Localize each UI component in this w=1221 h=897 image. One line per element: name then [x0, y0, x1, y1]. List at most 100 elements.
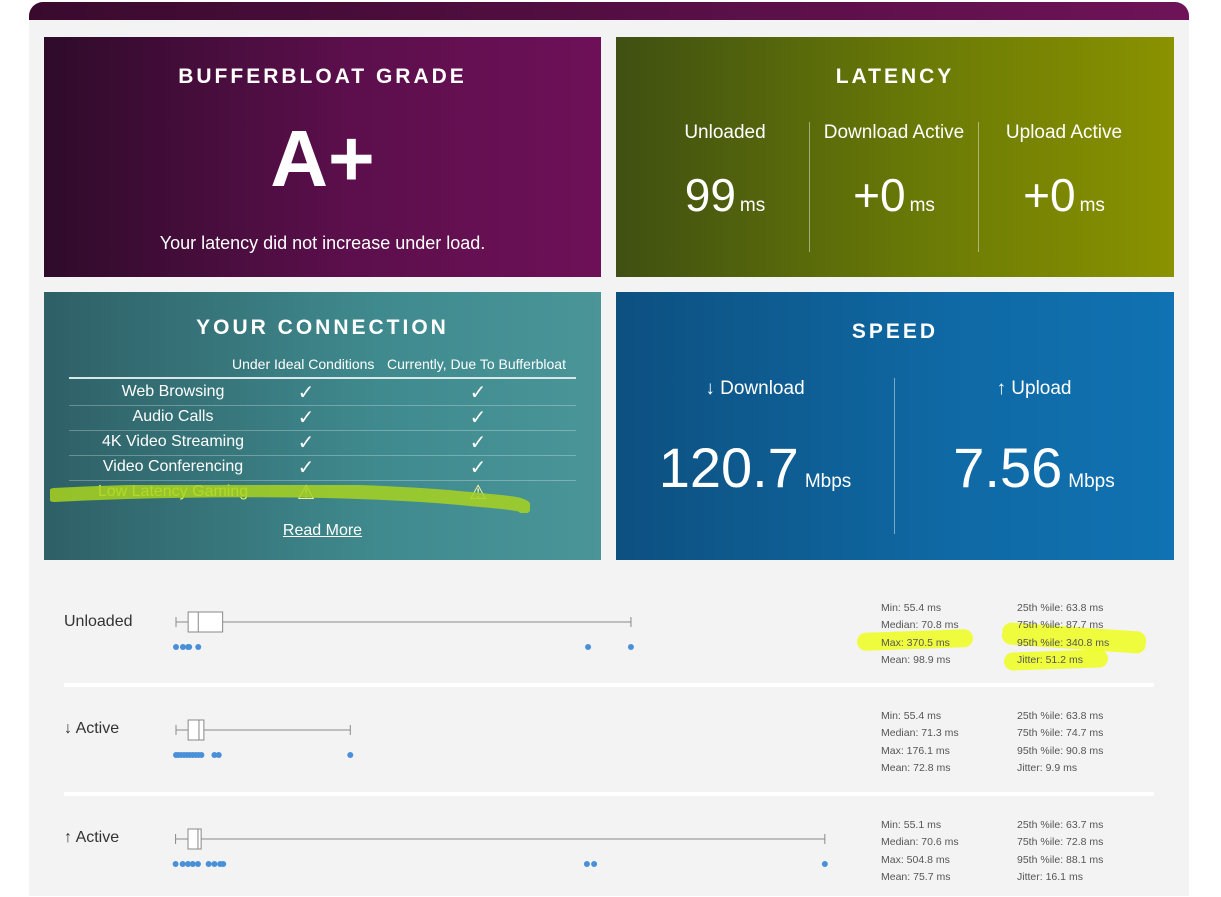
ideal-conditions-header: Under Ideal Conditions [232, 356, 375, 372]
stat-min: Min: 55.4 ms [881, 602, 942, 614]
sample-dot [179, 644, 186, 650]
connection-card: YOUR CONNECTION Under Ideal Conditions C… [44, 292, 601, 560]
stat-min: Min: 55.4 ms [881, 710, 942, 722]
sample-dot [172, 861, 179, 867]
activity-label: 4K Video Streaming [101, 433, 244, 450]
stat-min: Min: 55.1 ms [881, 819, 942, 831]
latency-download-active: Download Active +0 ms [809, 122, 979, 218]
row-divider [64, 792, 1154, 796]
stat-median: Median: 71.3 ms [881, 727, 959, 740]
header-divider [69, 377, 576, 379]
latency-value: +0 [1023, 169, 1076, 221]
stat-mean: Mean: 72.8 ms [881, 761, 951, 774]
speed-upload: ↑ Upload 7.56 Mbps [895, 378, 1173, 496]
check-icon: ✓ [297, 457, 315, 479]
sample-dot [205, 861, 212, 867]
stat-p25: 25th %ile: 63.8 ms [1017, 710, 1104, 722]
sample-dot [591, 861, 598, 867]
speed-unit: Mbps [804, 471, 852, 492]
sample-dot [186, 644, 193, 650]
stats-right: 25th %ile: 63.8 ms 75th %ile: 87.7 ms 95… [1017, 600, 1109, 669]
current-conditions-header: Currently, Due To Bufferbloat [387, 356, 566, 372]
stat-p25: 25th %ile: 63.8 ms [1017, 602, 1104, 614]
speed-label: ↑ Upload [996, 378, 1072, 399]
check-icon: ✓ [469, 457, 487, 479]
sample-dot [189, 861, 196, 867]
speed-download: ↓ Download 120.7 Mbps [616, 378, 894, 496]
row-divider [64, 683, 1154, 687]
boxplot-upload-active: ↑ Active [64, 817, 1154, 897]
sample-dot [347, 752, 354, 758]
boxplot-download-active: ↓ Active [64, 708, 1154, 788]
connection-row: Web Browsing ✓ ✓ [69, 380, 576, 406]
read-more-link[interactable]: Read More [44, 522, 601, 540]
stat-median: Median: 70.6 ms [881, 836, 959, 849]
latency-label: Upload Active [1005, 122, 1123, 143]
stats-left: Min: 55.4 ms Median: 71.3 ms Max: 176.1 … [881, 708, 959, 777]
boxplot-chart [172, 828, 828, 867]
iqr-box [187, 828, 202, 850]
stat-jitter: Jitter: 9.9 ms [1017, 761, 1078, 774]
highlighter-annotation [50, 485, 530, 513]
stat-max: Max: 176.1 ms [881, 744, 950, 757]
speed-unit: Mbps [1068, 471, 1115, 492]
stat-p95: 95th %ile: 88.1 ms [1017, 853, 1104, 866]
speed-value: 7.56 [953, 436, 1063, 499]
stat-p95: 95th %ile: 340.8 ms [1017, 636, 1110, 649]
speed-card: SPEED ↓ Download 120.7 Mbps ↑ Upload 7.56… [616, 292, 1174, 560]
connection-row: 4K Video Streaming ✓ ✓ [69, 430, 576, 456]
iqr-box [187, 719, 205, 741]
speed-value: 120.7 [658, 436, 799, 499]
boxplot-chart [173, 719, 354, 758]
check-icon: ✓ [297, 407, 315, 429]
connection-row: Video Conferencing ✓ ✓ [69, 455, 576, 481]
stat-p95: 95th %ile: 90.8 ms [1017, 744, 1104, 757]
latency-unit: ms [739, 195, 766, 216]
boxplot-label: Unloaded [64, 613, 133, 630]
sample-dot [194, 861, 201, 867]
grade-letter: A+ [270, 114, 375, 203]
check-icon: ✓ [469, 382, 487, 404]
sample-dot [195, 644, 202, 650]
latency-unloaded: Unloaded 99 ms [640, 122, 810, 218]
stat-median: Median: 70.8 ms [881, 619, 959, 632]
check-icon: ✓ [469, 407, 487, 429]
stats-left: Min: 55.1 ms Median: 70.6 ms Max: 504.8 … [881, 817, 959, 886]
boxplot-label: ↓ Active [64, 720, 120, 737]
speed-label: ↓ Download [705, 378, 805, 399]
latency-card: LATENCY Unloaded 99 ms Download Active +0… [616, 37, 1174, 277]
latency-unit: ms [909, 195, 935, 216]
grade-subtitle: Your latency did not increase under load… [159, 233, 486, 253]
bufferbloat-grade-card: BUFFERBLOAT GRADE A+ Your latency did no… [44, 37, 601, 277]
activity-label: Audio Calls [132, 408, 214, 425]
stat-p75: 75th %ile: 87.7 ms [1017, 619, 1104, 632]
sample-dot [821, 861, 828, 867]
stat-mean: Mean: 75.7 ms [881, 870, 951, 883]
activity-label: Web Browsing [121, 383, 225, 400]
latency-label: Download Active [823, 122, 965, 143]
stats-right: 25th %ile: 63.7 ms 75th %ile: 72.8 ms 95… [1017, 817, 1103, 886]
sample-dot [179, 861, 186, 867]
grade-title: BUFFERBLOAT GRADE [178, 65, 467, 88]
boxplot-unloaded: Unloaded [64, 600, 1154, 680]
stat-max: Max: 504.8 ms [881, 853, 950, 866]
stats-left: Min: 55.4 ms Median: 70.8 ms Max: 370.5 … [881, 600, 959, 669]
check-icon: ✓ [297, 432, 315, 454]
latency-unit: ms [1079, 195, 1105, 216]
latency-value: 99 [684, 169, 736, 221]
stat-p75: 75th %ile: 74.7 ms [1017, 727, 1104, 740]
check-icon: ✓ [469, 432, 487, 454]
sample-dot [583, 861, 590, 867]
latency-label: Unloaded [684, 122, 766, 143]
sample-dot [627, 644, 634, 650]
iqr-box [187, 611, 224, 633]
sample-dot [211, 861, 218, 867]
boxplot-label: ↑ Active [64, 829, 120, 846]
stat-mean: Mean: 98.9 ms [881, 653, 951, 666]
boxplot-chart [173, 611, 634, 650]
stat-jitter: Jitter: 16.1 ms [1017, 870, 1083, 883]
sample-dot [173, 644, 180, 650]
connection-title: YOUR CONNECTION [196, 316, 449, 339]
connection-row: Audio Calls ✓ ✓ [69, 405, 576, 431]
latency-upload-active: Upload Active +0 ms [979, 122, 1149, 218]
